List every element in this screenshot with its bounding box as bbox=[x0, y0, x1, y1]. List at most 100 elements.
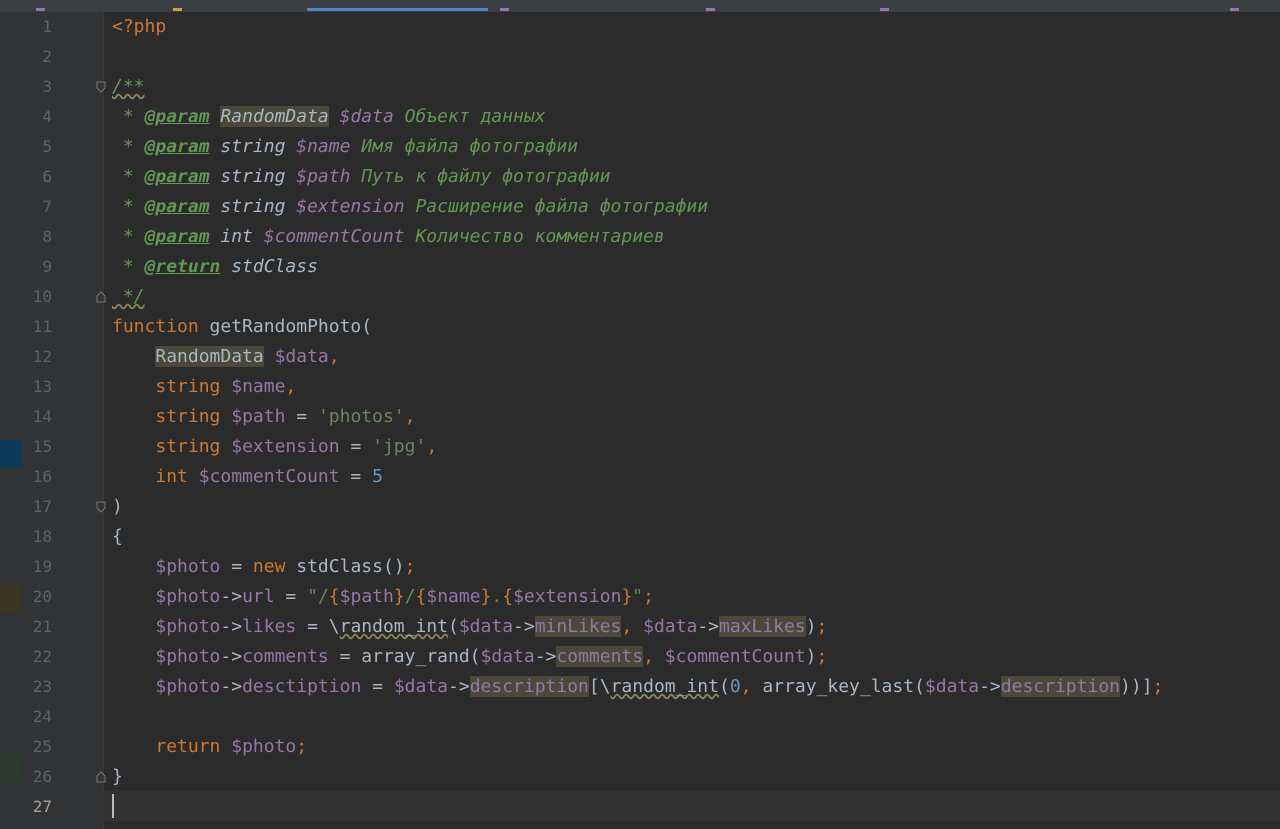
php-file-icon[interactable] bbox=[36, 8, 45, 11]
line-number: 9 bbox=[42, 257, 52, 276]
operator: = bbox=[328, 646, 362, 667]
interp-brace: } bbox=[621, 586, 633, 607]
code-line-12[interactable]: RandomData $data, bbox=[112, 342, 340, 372]
code-line-18[interactable]: { bbox=[112, 522, 123, 552]
string-literal: 'jpg' bbox=[372, 436, 427, 457]
variable: $data bbox=[458, 616, 514, 637]
operator: = bbox=[285, 406, 318, 427]
doc-description: Расширение файла фотографии bbox=[404, 196, 709, 217]
doc-star: * bbox=[112, 226, 145, 247]
code-line-5[interactable]: * @param string $name Имя файла фотограф… bbox=[112, 132, 578, 162]
doc-description: Количество комментариев bbox=[404, 226, 665, 247]
code-line-21[interactable]: $photo->likes = \random_int($data->minLi… bbox=[112, 612, 827, 642]
paren: ( bbox=[914, 676, 925, 697]
operator: = bbox=[339, 466, 373, 487]
code-line-26[interactable]: } bbox=[112, 762, 123, 792]
brace: { bbox=[112, 526, 123, 547]
code-line-6[interactable]: * @param string $path Путь к файлу фотог… bbox=[112, 162, 611, 192]
change-marker[interactable] bbox=[0, 754, 22, 782]
line-number: 1 bbox=[42, 17, 52, 36]
variable: $path bbox=[339, 586, 394, 607]
code-line-13[interactable]: string $name, bbox=[112, 372, 296, 402]
line-number: 11 bbox=[32, 317, 52, 336]
line-number: 4 bbox=[42, 107, 52, 126]
line-number: 10 bbox=[32, 287, 52, 306]
comma: , bbox=[740, 676, 763, 697]
paren: ( bbox=[469, 646, 481, 667]
namespace-separator: \ bbox=[599, 676, 611, 697]
code-line-19[interactable]: $photo = new stdClass(); bbox=[112, 552, 415, 582]
doc-var: $data bbox=[339, 106, 394, 127]
property: description bbox=[469, 676, 589, 697]
doc-tag: @param bbox=[144, 226, 210, 247]
code-line-4[interactable]: * @param RandomData $data Объект данных bbox=[112, 102, 546, 132]
interp-brace: } bbox=[480, 586, 492, 607]
interp-brace: { bbox=[328, 586, 340, 607]
doc-description: Путь к файлу фотографии bbox=[350, 166, 611, 187]
doc-type: string bbox=[209, 196, 297, 217]
function-name: getRandomPhoto bbox=[198, 316, 362, 337]
code-line-16[interactable]: int $commentCount = 5 bbox=[112, 462, 383, 492]
code-line-11[interactable]: function getRandomPhoto( bbox=[112, 312, 372, 342]
doc-tag: @return bbox=[144, 256, 221, 277]
code-line-15[interactable]: string $extension = 'jpg', bbox=[112, 432, 437, 462]
property: url bbox=[242, 586, 275, 607]
line-number-gutter[interactable]: 1 2 3 4 5 6 7 8 9 10 11 12 13 14 15 16 1… bbox=[22, 12, 106, 829]
property: maxLikes bbox=[718, 616, 806, 637]
line-number: 20 bbox=[32, 587, 52, 606]
string-literal: 'photos' bbox=[317, 406, 405, 427]
code-line-23[interactable]: $photo->desctiption = $data->description… bbox=[112, 672, 1163, 702]
active-tab-indicator bbox=[307, 8, 488, 11]
line-number: 23 bbox=[32, 677, 52, 696]
variable: $commentCount bbox=[664, 646, 806, 667]
bookmark-marker[interactable] bbox=[0, 440, 22, 468]
code-line-1[interactable]: <?php bbox=[112, 12, 166, 42]
code-line-25[interactable]: return $photo; bbox=[112, 732, 307, 762]
code-line-7[interactable]: * @param string $extension Расширение фа… bbox=[112, 192, 708, 222]
paren: ) bbox=[112, 496, 123, 517]
doc-type: int bbox=[209, 226, 264, 247]
code-line-20[interactable]: $photo->url = "/{$path}/{$name}.{$extens… bbox=[112, 582, 654, 612]
line-number: 19 bbox=[32, 557, 52, 576]
code-line-8[interactable]: * @param int $commentCount Количество ко… bbox=[112, 222, 665, 252]
code-line-9[interactable]: * @return stdClass bbox=[112, 252, 318, 282]
code-line-22[interactable]: $photo->comments = array_rand($data->com… bbox=[112, 642, 827, 672]
bracket: ] bbox=[1141, 676, 1153, 697]
php-file-icon[interactable] bbox=[880, 8, 889, 11]
code-editor[interactable]: <?php /** * @param RandomData $data Объе… bbox=[103, 12, 1280, 829]
code-line-17[interactable]: ) bbox=[112, 492, 123, 522]
operator: = bbox=[220, 556, 253, 577]
string-literal: " bbox=[632, 586, 644, 607]
operator: = bbox=[361, 676, 394, 697]
change-marker[interactable] bbox=[0, 584, 22, 612]
code-line-14[interactable]: string $path = 'photos', bbox=[112, 402, 415, 432]
arrow: -> bbox=[220, 586, 243, 607]
current-line-highlight bbox=[103, 791, 1280, 821]
doc-var: $name bbox=[296, 136, 351, 157]
php-open-tag: <?php bbox=[112, 16, 167, 37]
interp-brace: { bbox=[415, 586, 427, 607]
docblock-open: /** bbox=[112, 76, 145, 97]
php-file-icon[interactable] bbox=[706, 8, 715, 11]
property: comments bbox=[556, 646, 644, 667]
type-hint: string bbox=[155, 376, 221, 397]
line-number: 15 bbox=[32, 437, 52, 456]
number-literal: 0 bbox=[729, 676, 741, 697]
line-number: 5 bbox=[42, 137, 52, 156]
code-line-10[interactable]: */ bbox=[112, 282, 145, 312]
php-file-icon[interactable] bbox=[500, 8, 509, 11]
code-line-3[interactable]: /** bbox=[112, 72, 145, 102]
property: minLikes bbox=[534, 616, 622, 637]
folder-icon[interactable] bbox=[173, 8, 182, 11]
doc-tag: @param bbox=[144, 106, 210, 127]
variable: $photo bbox=[155, 616, 221, 637]
arrow: -> bbox=[979, 676, 1001, 697]
editor-tab-bar[interactable] bbox=[0, 0, 1280, 12]
php-file-icon[interactable] bbox=[1230, 8, 1239, 11]
arrow: -> bbox=[220, 646, 243, 667]
arrow: -> bbox=[534, 646, 557, 667]
